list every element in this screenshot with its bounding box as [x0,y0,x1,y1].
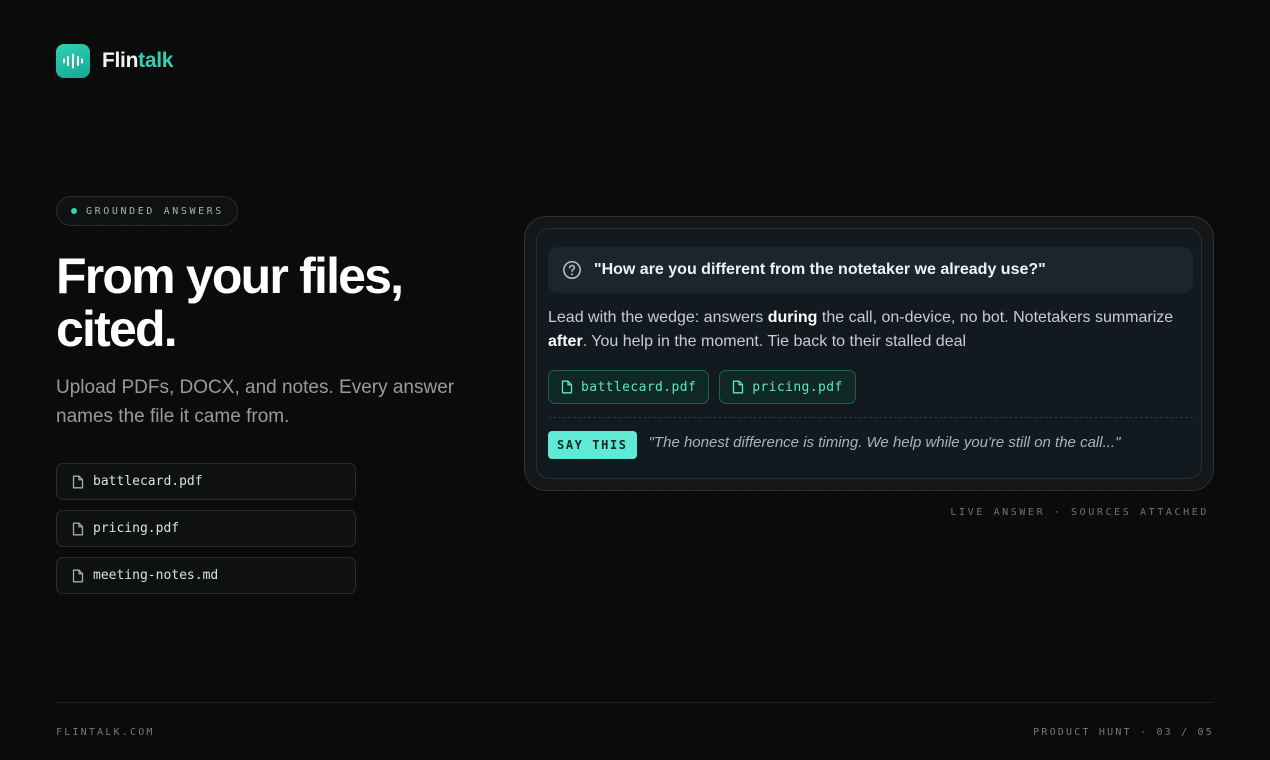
answer-part3: . You help in the moment. Tie back to th… [582,333,967,350]
file-name: battlecard.pdf [93,474,203,489]
live-answer-panel: "How are you different from the notetake… [536,228,1202,479]
source-name: pricing.pdf [752,379,843,395]
card-caption: LIVE ANSWER · SOURCES ATTACHED [950,507,1209,518]
badge-dot-icon [71,208,77,214]
page-subtitle: Upload PDFs, DOCX, and notes. Every answ… [56,377,455,427]
say-this-label: SAY THIS [557,438,628,452]
footer-divider [56,702,1214,703]
page-title: From your files, cited. [56,250,516,356]
question-text: "How are you different from the notetake… [594,261,1046,278]
say-this-badge: SAY THIS [548,431,637,459]
source-name: battlecard.pdf [581,379,697,395]
question-bubble: "How are you different from the notetake… [548,247,1193,293]
page-title-line1: From your files, [56,248,404,304]
brand-name: Flintalk [102,49,173,73]
footer-website[interactable]: FLINTALK.COM [56,727,155,738]
file-list: battlecard.pdf pricing.pdf meeting-notes… [56,463,356,604]
brand-name-part2: talk [138,49,174,72]
say-this-row: SAY THIS "The honest difference is timin… [548,431,1120,459]
dashed-divider [548,417,1193,418]
answer-text: Lead with the wedge: answers during the … [548,306,1188,354]
source-chip-pricing[interactable]: pricing.pdf [719,370,856,404]
brand-logo[interactable]: Flintalk [56,44,173,78]
source-chips: battlecard.pdf pricing.pdf [548,370,856,404]
answer-part2: the call, on-device, no bot. Notetakers … [817,309,1174,326]
file-icon [732,380,744,394]
grounded-answers-badge: GROUNDED ANSWERS [56,196,238,226]
file-name: meeting-notes.md [93,568,219,583]
live-answer-card: "How are you different from the notetake… [524,216,1214,491]
say-this-quote: "The honest difference is timing. We hel… [648,433,1121,451]
file-name: pricing.pdf [93,521,180,536]
file-icon [72,475,84,489]
waveform-icon [56,44,90,78]
badge-label: GROUNDED ANSWERS [86,205,224,217]
file-icon [72,569,84,583]
answer-bold1: during [767,309,818,326]
source-chip-battlecard[interactable]: battlecard.pdf [548,370,710,404]
file-icon [72,522,84,536]
page-title-line2: cited. [56,301,178,357]
brand-name-part1: Flin [102,49,139,72]
file-item-battlecard[interactable]: battlecard.pdf [56,463,356,500]
footer-page-indicator: PRODUCT HUNT · 03 / 05 [1033,727,1214,738]
question-circle-icon [562,260,582,280]
file-icon [561,380,573,394]
file-item-pricing[interactable]: pricing.pdf [56,510,356,547]
answer-part1: Lead with the wedge: answers [548,309,768,326]
file-item-meeting-notes[interactable]: meeting-notes.md [56,557,356,594]
answer-bold2: after [548,333,583,350]
